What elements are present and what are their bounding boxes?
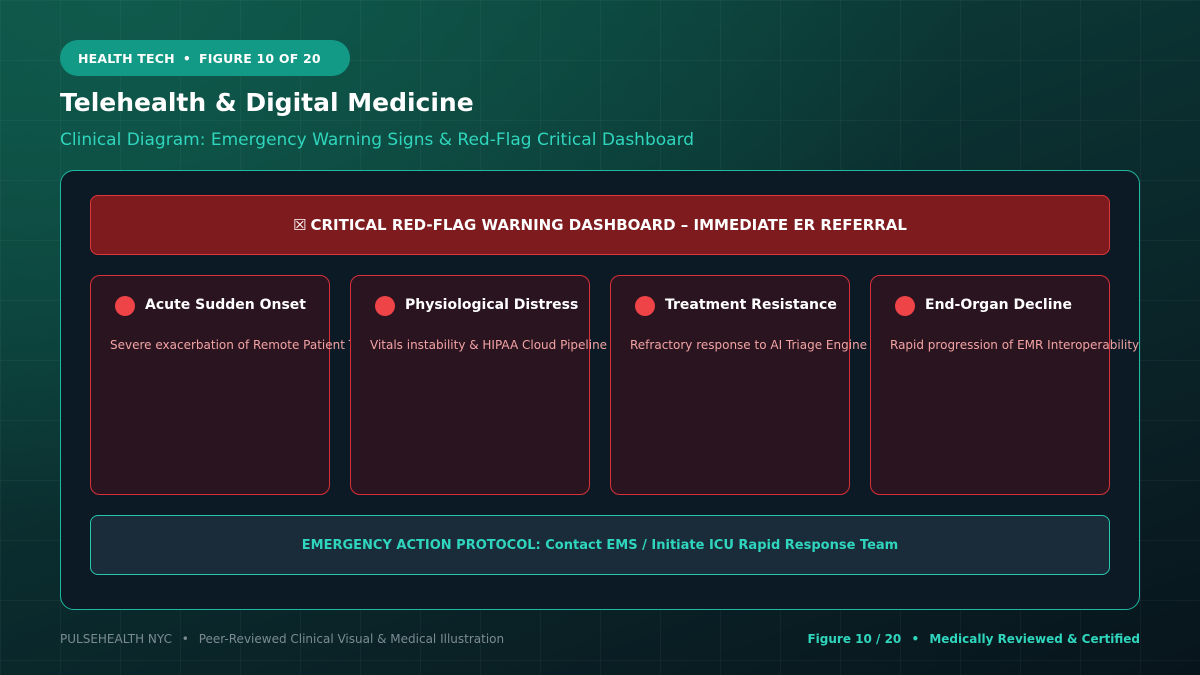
pill-separator: •	[182, 50, 192, 66]
card-title: End-Organ Decline	[925, 297, 1072, 313]
warning-box-icon: ☒	[293, 216, 307, 234]
alert-dot-icon	[375, 296, 395, 316]
red-flag-card-treatment-resistance: Treatment Resistance Refractory response…	[610, 275, 867, 495]
footer-brand: PULSEHEALTH NYC	[60, 632, 172, 646]
footer-right: Figure 10 / 20 • Medically Reviewed & Ce…	[807, 632, 1140, 646]
footer-tagline: Peer-Reviewed Clinical Visual & Medical …	[198, 632, 505, 646]
red-flag-card-end-organ-decline: End-Organ Decline Rapid progression of E…	[870, 275, 1139, 495]
card-description: Vitals instability & HIPAA Cloud Pipelin…	[370, 338, 608, 352]
category-label: HEALTH TECH	[78, 50, 175, 66]
alert-dot-icon	[635, 296, 655, 316]
card-description: Rapid progression of EMR Interoperabilit…	[890, 338, 1140, 352]
dashboard-panel: ☒ CRITICAL RED-FLAG WARNING DASHBOARD – …	[60, 170, 1140, 610]
banner-text: CRITICAL RED-FLAG WARNING DASHBOARD – IM…	[310, 216, 907, 234]
footer-left: PULSEHEALTH NYC • Peer-Reviewed Clinical…	[60, 632, 504, 646]
critical-warning-banner: ☒ CRITICAL RED-FLAG WARNING DASHBOARD – …	[90, 195, 1110, 255]
red-flag-card-physiological-distress: Physiological Distress Vitals instabilit…	[350, 275, 607, 495]
footer-separator: •	[181, 632, 189, 646]
footer-separator-right: •	[911, 632, 920, 646]
figure-label: FIGURE 10 OF 20	[199, 50, 321, 66]
red-flag-card-acute-onset: Acute Sudden Onset Severe exacerbation o…	[90, 275, 408, 495]
card-title: Acute Sudden Onset	[145, 297, 306, 313]
card-title: Physiological Distress	[405, 297, 579, 313]
card-title: Treatment Resistance	[665, 297, 837, 313]
page-title: Telehealth & Digital Medicine	[60, 88, 474, 117]
alert-dot-icon	[895, 296, 915, 316]
emergency-protocol-box: EMERGENCY ACTION PROTOCOL: Contact EMS /…	[90, 515, 1110, 575]
card-description: Refractory response to AI Triage Engine	[630, 338, 868, 352]
category-pill: HEALTH TECH • FIGURE 10 OF 20	[60, 40, 350, 76]
protocol-text: EMERGENCY ACTION PROTOCOL: Contact EMS /…	[301, 537, 899, 553]
footer-figure: Figure 10 / 20	[807, 632, 902, 646]
page-subtitle: Clinical Diagram: Emergency Warning Sign…	[60, 130, 695, 150]
footer-certification: Medically Reviewed & Certified	[929, 632, 1140, 646]
alert-dot-icon	[115, 296, 135, 316]
